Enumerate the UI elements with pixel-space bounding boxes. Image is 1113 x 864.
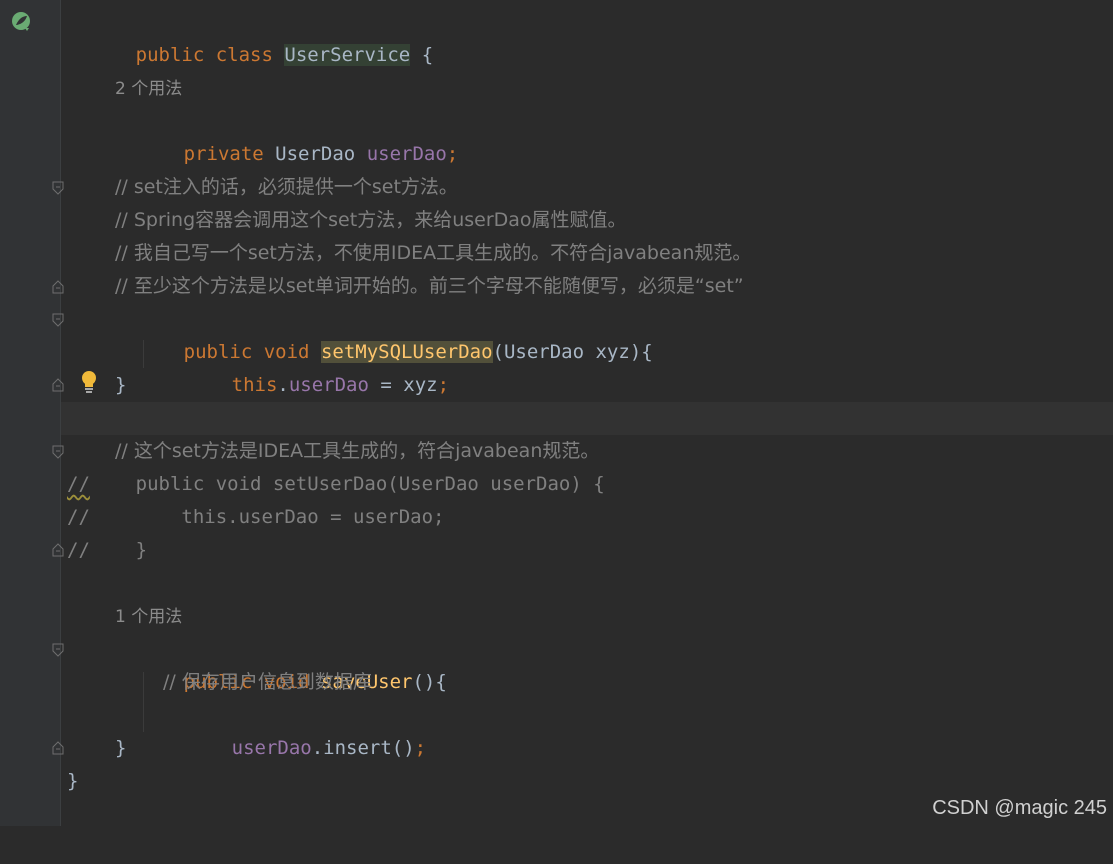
gutter	[0, 0, 64, 826]
usage-hint[interactable]: 2 个用法	[61, 73, 1113, 106]
semicolon: ;	[446, 143, 459, 165]
code-line: this.userDao = xyz;	[231, 374, 450, 396]
spring-bean-icon[interactable]	[10, 10, 34, 34]
brace: {	[421, 44, 434, 66]
code-line: }	[67, 770, 79, 792]
field-name: userDao	[366, 143, 447, 165]
watermark: CSDN @magic 245	[932, 797, 1107, 819]
class-name: UserService	[284, 44, 411, 66]
keyword: class	[215, 44, 273, 66]
code-line: private UserDao userDao;	[61, 105, 1113, 165]
comment-line: // set注入的话，必须提供一个set方法。	[115, 176, 458, 198]
comment-line: // }	[67, 539, 148, 561]
type-name: UserDao	[275, 143, 356, 165]
usage-hint[interactable]: 1 个用法	[61, 601, 1113, 634]
comment-marker: //	[67, 473, 90, 495]
code-line: public void setMySQLUserDao(UserDao xyz)…	[61, 303, 1113, 363]
code-line: public class UserService {	[61, 6, 1113, 66]
keyword: public	[135, 44, 205, 66]
comment-line: // 我自己写一个set方法，不使用IDEA工具生成的。不符合javabean规…	[115, 242, 752, 264]
code-editor[interactable]: public class UserService { 2 个用法 private…	[61, 0, 1113, 826]
comment-line: // public void setUserDao(UserDao userDa…	[67, 473, 605, 495]
comment-line: // Spring容器会调用这个set方法，来给userDao属性赋值。	[115, 209, 627, 231]
code-line: userDao.insert();	[231, 737, 427, 759]
code-line: public void saveUser(){	[61, 633, 1113, 693]
comment-line: // 保存用户信息到数据库	[163, 671, 372, 693]
comment-line: // this.userDao = userDao;	[67, 506, 445, 528]
comment-line: // 至少这个方法是以set单词开始的。前三个字母不能随便写，必须是“set”	[115, 275, 744, 297]
comment-line: // 这个set方法是IDEA工具生成的，符合javabean规范。	[115, 440, 600, 462]
keyword: private	[183, 143, 264, 165]
code-line: }	[115, 737, 127, 759]
code-line: }	[115, 374, 127, 396]
